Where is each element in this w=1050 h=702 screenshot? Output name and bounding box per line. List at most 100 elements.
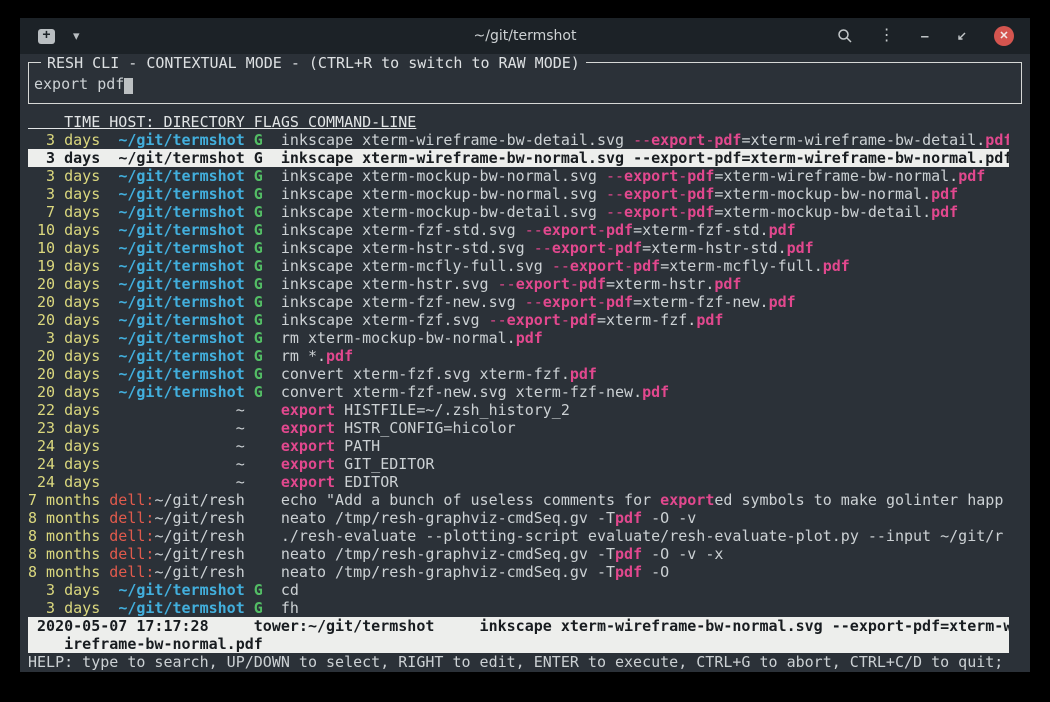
row-segment: ~/git/termshot: [118, 185, 244, 203]
row-segment: ~/git/resh: [154, 527, 244, 545]
history-row[interactable]: 3 days ~/git/termshot G fh: [28, 599, 1009, 617]
history-row[interactable]: 20 days ~/git/termshot G inkscape xterm-…: [28, 275, 1009, 293]
row-segment: pdf: [958, 167, 985, 185]
search-input[interactable]: export pdf: [34, 75, 124, 93]
row-segment: pdf: [931, 203, 958, 221]
row-segment: [263, 509, 281, 527]
row-segment: pdf: [615, 545, 642, 563]
history-row[interactable]: 20 days ~/git/termshot G inkscape xterm-…: [28, 293, 1009, 311]
row-segment: dell:: [109, 545, 154, 563]
menu-button[interactable]: ⋮: [879, 28, 895, 44]
minimize-button[interactable]: –: [921, 29, 929, 44]
row-segment: ~/git/resh: [154, 545, 244, 563]
row-segment: inkscape xterm-wireframe-bw-normal.svg -…: [281, 149, 1009, 167]
row-segment: [254, 419, 263, 437]
row-segment: ~/git/termshot: [118, 275, 244, 293]
row-segment: --: [606, 167, 624, 185]
history-row[interactable]: 24 days ~ export PATH: [28, 437, 1009, 455]
terminal-content: RESH CLI - CONTEXTUAL MODE - (CTRL+R to …: [20, 62, 1030, 671]
history-row[interactable]: 3 days ~/git/termshot G inkscape xterm-w…: [28, 149, 1009, 167]
row-segment: [100, 455, 235, 473]
row-segment: [100, 239, 118, 257]
row-segment: [100, 527, 109, 545]
row-segment: [263, 203, 281, 221]
row-segment: G: [254, 347, 263, 365]
row-segment: [263, 131, 281, 149]
row-segment: 22 days: [28, 401, 100, 419]
row-segment: [263, 185, 281, 203]
history-row[interactable]: 20 days ~/git/termshot G inkscape xterm-…: [28, 311, 1009, 329]
history-row[interactable]: 22 days ~ export HISTFILE=~/.zsh_history…: [28, 401, 1009, 419]
row-segment: HISTFILE=~/.zsh_history_2: [335, 401, 570, 419]
row-segment: G: [254, 149, 263, 167]
history-row[interactable]: 24 days ~ export EDITOR: [28, 473, 1009, 491]
row-segment: -: [597, 221, 606, 239]
row-segment: [245, 329, 254, 347]
search-box[interactable]: RESH CLI - CONTEXTUAL MODE - (CTRL+R to …: [28, 62, 1022, 104]
row-segment: cd: [281, 581, 299, 599]
search-box-label: RESH CLI - CONTEXTUAL MODE - (CTRL+R to …: [41, 54, 586, 72]
history-row[interactable]: 20 days ~/git/termshot G convert xterm-f…: [28, 383, 1009, 401]
row-segment: G: [254, 203, 263, 221]
tab-dropdown-button[interactable]: ▾: [71, 26, 82, 46]
row-segment: [254, 473, 263, 491]
row-segment: -: [678, 167, 687, 185]
new-tab-button[interactable]: [36, 27, 57, 46]
history-row[interactable]: 10 days ~/git/termshot G inkscape xterm-…: [28, 239, 1009, 257]
row-segment: =xterm-hstr.: [606, 275, 714, 293]
history-row[interactable]: 8 months dell:~/git/resh neato /tmp/resh…: [28, 563, 1009, 581]
row-segment: [263, 149, 281, 167]
history-row[interactable]: 8 months dell:~/git/resh neato /tmp/resh…: [28, 509, 1009, 527]
history-row[interactable]: 3 days ~/git/termshot G inkscape xterm-w…: [28, 131, 1009, 149]
row-segment: [100, 383, 118, 401]
row-segment: G: [254, 185, 263, 203]
history-row[interactable]: 3 days ~/git/termshot G inkscape xterm-m…: [28, 185, 1009, 203]
row-segment: =xterm-fzf-new.: [633, 293, 768, 311]
row-segment: ~/git/termshot: [118, 167, 244, 185]
row-segment: 8 months: [28, 545, 100, 563]
history-row[interactable]: 10 days ~/git/termshot G inkscape xterm-…: [28, 221, 1009, 239]
row-segment: [245, 131, 254, 149]
history-row[interactable]: 3 days ~/git/termshot G rm xterm-mockup-…: [28, 329, 1009, 347]
restore-button[interactable]: [955, 30, 968, 43]
row-segment: rm xterm-mockup-bw-normal.: [281, 329, 516, 347]
row-segment: G: [254, 131, 263, 149]
close-button[interactable]: ✕: [994, 26, 1014, 46]
row-segment: inkscape xterm-mockup-bw-normal.svg: [281, 167, 606, 185]
row-segment: -: [570, 275, 579, 293]
row-segment: pdf: [615, 239, 642, 257]
row-segment: dell:: [109, 563, 154, 581]
row-segment: 3 days: [28, 185, 100, 203]
row-segment: [100, 581, 118, 599]
row-segment: =xterm-mockup-bw-normal.: [714, 185, 931, 203]
row-segment: pdf: [823, 257, 850, 275]
history-row[interactable]: 7 months dell:~/git/resh echo "Add a bun…: [28, 491, 1009, 509]
history-row[interactable]: 20 days ~/git/termshot G convert xterm-f…: [28, 365, 1009, 383]
row-segment: 7 days: [28, 203, 100, 221]
search-button[interactable]: [837, 28, 853, 44]
row-segment: ~: [236, 401, 245, 419]
row-segment: export: [516, 275, 570, 293]
history-row[interactable]: 3 days ~/git/termshot G cd: [28, 581, 1009, 599]
row-segment: [263, 347, 281, 365]
row-segment: --: [606, 203, 624, 221]
row-segment: [263, 311, 281, 329]
history-row[interactable]: 20 days ~/git/termshot G rm *.pdf: [28, 347, 1009, 365]
row-segment: [245, 455, 254, 473]
row-segment: ~/git/termshot: [118, 293, 244, 311]
row-segment: =xterm-mcfly-full.: [660, 257, 823, 275]
row-segment: pdf: [687, 203, 714, 221]
history-row[interactable]: 19 days ~/git/termshot G inkscape xterm-…: [28, 257, 1009, 275]
history-row[interactable]: 23 days ~ export HSTR_CONFIG=hicolor: [28, 419, 1009, 437]
history-row[interactable]: 8 months dell:~/git/resh neato /tmp/resh…: [28, 545, 1009, 563]
row-segment: [254, 455, 263, 473]
history-row[interactable]: 3 days ~/git/termshot G inkscape xterm-m…: [28, 167, 1009, 185]
history-row[interactable]: 24 days ~ export GIT_EDITOR: [28, 455, 1009, 473]
row-segment: 3 days: [28, 131, 100, 149]
history-row[interactable]: 8 months dell:~/git/resh ./resh-evaluate…: [28, 527, 1009, 545]
row-segment: =xterm-wireframe-bw-normal.: [714, 167, 958, 185]
row-segment: [263, 329, 281, 347]
history-row[interactable]: 7 days ~/git/termshot G inkscape xterm-m…: [28, 203, 1009, 221]
row-segment: =xterm-fzf.: [597, 311, 696, 329]
row-segment: --: [606, 185, 624, 203]
